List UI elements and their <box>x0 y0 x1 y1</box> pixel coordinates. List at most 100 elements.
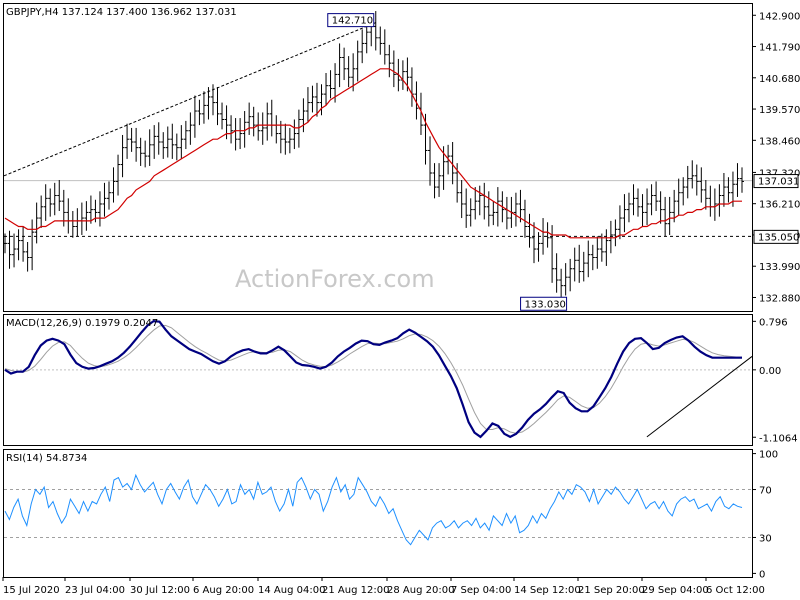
rsi-tick-label: 0 <box>759 569 765 580</box>
watermark: ActionForex.com <box>235 265 435 293</box>
ohlc-bar <box>179 125 184 159</box>
ohlc-bar <box>192 95 197 138</box>
ohlc-bar <box>25 241 30 272</box>
rsi-tick-label: 30 <box>759 533 772 544</box>
ohlc-bar <box>161 132 166 159</box>
ohlc-bar <box>717 184 722 217</box>
price-tick-label: 133.990 <box>759 262 800 273</box>
ohlc-bar <box>43 184 48 221</box>
ohlc-bar <box>577 244 582 283</box>
ohlc-bar <box>735 163 740 197</box>
time-tick-label: 29 Sep 04:00 <box>642 585 709 596</box>
moving-average-line <box>4 68 742 239</box>
ohlc-bar <box>491 201 496 226</box>
ohlc-bar <box>152 125 157 159</box>
ohlc-bar <box>658 191 663 224</box>
ohlc-bar <box>265 102 270 141</box>
time-tick-label: 21 Aug 12:00 <box>322 585 389 596</box>
macd-header: MACD(12,26,9) 0.1979 0.2047 <box>6 318 158 329</box>
ohlc-bar <box>617 205 622 240</box>
ohlc-bar <box>459 180 464 219</box>
ohlc-bar <box>473 187 478 220</box>
ohlc-bar <box>708 185 713 217</box>
ohlc-bar <box>16 229 21 261</box>
ohlc-bar <box>292 119 297 150</box>
price-tick-label: 136.210 <box>759 200 800 211</box>
ohlc-bar <box>626 192 631 223</box>
ohlc-bar <box>563 263 568 296</box>
rsi-layer <box>4 473 752 546</box>
ohlc-bar <box>324 73 329 106</box>
axis-layer: 142.900141.790140.680139.570138.460137.3… <box>2 11 800 596</box>
ohlc-bar <box>464 188 469 228</box>
ohlc-bar <box>400 60 405 90</box>
macd-tick-label: 0.00 <box>759 366 781 377</box>
ohlc-bar <box>559 268 564 297</box>
price-tick-label: 142.900 <box>759 11 800 22</box>
ohlc-bar <box>595 236 600 269</box>
ohlc-bar <box>554 253 559 293</box>
ohlc-bar <box>79 202 84 235</box>
time-tick-label: 28 Aug 20:00 <box>387 585 454 596</box>
ohlc-bar <box>233 118 238 151</box>
ohlc-bar <box>387 44 392 78</box>
ohlc-bar <box>165 126 170 158</box>
ohlc-bar <box>477 185 482 216</box>
ohlc-bar <box>274 115 279 144</box>
ohlc-bar <box>70 211 75 238</box>
ohlc-bar <box>373 11 378 51</box>
ohlc-bar <box>676 178 681 216</box>
time-tick-label: 6 Aug 20:00 <box>193 585 254 596</box>
ohlc-bar <box>34 202 39 244</box>
time-tick-label: 14 Aug 04:00 <box>258 585 325 596</box>
ohlc-bar <box>513 192 518 227</box>
ohlc-bar <box>143 140 148 168</box>
ohlc-bar <box>305 87 310 123</box>
ohlc-bar <box>106 181 111 210</box>
ohlc-bar <box>328 70 333 99</box>
ohlc-bar <box>188 112 193 145</box>
ohlc-bar <box>39 195 44 228</box>
ohlc-bar <box>238 118 243 150</box>
ohlc-bar <box>636 188 641 217</box>
annotation-label: 142.710 <box>332 16 373 27</box>
ohlc-bar <box>667 196 672 235</box>
ohlc-bar <box>247 102 252 135</box>
ohlc-bar <box>378 26 383 55</box>
ohlc-bar <box>52 182 57 216</box>
ohlc-bar <box>703 180 708 210</box>
ohlc-bar <box>84 201 89 231</box>
ohlc-bar <box>287 127 292 154</box>
price-tick-label: 138.460 <box>759 136 800 147</box>
ohlc-bar <box>138 137 143 166</box>
ohlc-bar <box>174 133 179 161</box>
rsi-tick-label: 70 <box>759 486 772 497</box>
ohlc-bar <box>699 167 704 203</box>
ohlc-bar <box>102 182 107 217</box>
ohlc-bar <box>269 99 274 137</box>
ohlc-bar <box>134 127 139 162</box>
ohlc-bar <box>156 122 161 155</box>
ohlc-bar <box>111 167 116 203</box>
price-tick-label: 141.790 <box>759 43 800 54</box>
rsi-tick-label: 100 <box>759 450 778 461</box>
ohlc-bar <box>568 258 573 292</box>
ohlc-bar <box>685 165 690 199</box>
ohlc-bar <box>355 40 360 82</box>
ohlc-bar <box>197 99 202 126</box>
ohlc-bar <box>342 47 347 81</box>
ohlc-bar <box>495 187 500 227</box>
ohlc-bar <box>712 188 717 221</box>
ohlc-bar <box>206 87 211 120</box>
annotation-label: 133.030 <box>525 299 566 310</box>
ohlc-bar <box>581 251 586 282</box>
ohlc-bar <box>129 127 134 152</box>
ohlc-bar <box>532 222 537 264</box>
ohlc-bar <box>527 213 532 248</box>
ohlc-bar <box>522 199 527 238</box>
price-tick-label: 140.680 <box>759 74 800 85</box>
ohlc-bar <box>66 198 71 234</box>
ohlc-bar <box>649 184 654 216</box>
ohlc-bar <box>468 198 473 227</box>
rsi-panel-frame <box>3 449 753 578</box>
